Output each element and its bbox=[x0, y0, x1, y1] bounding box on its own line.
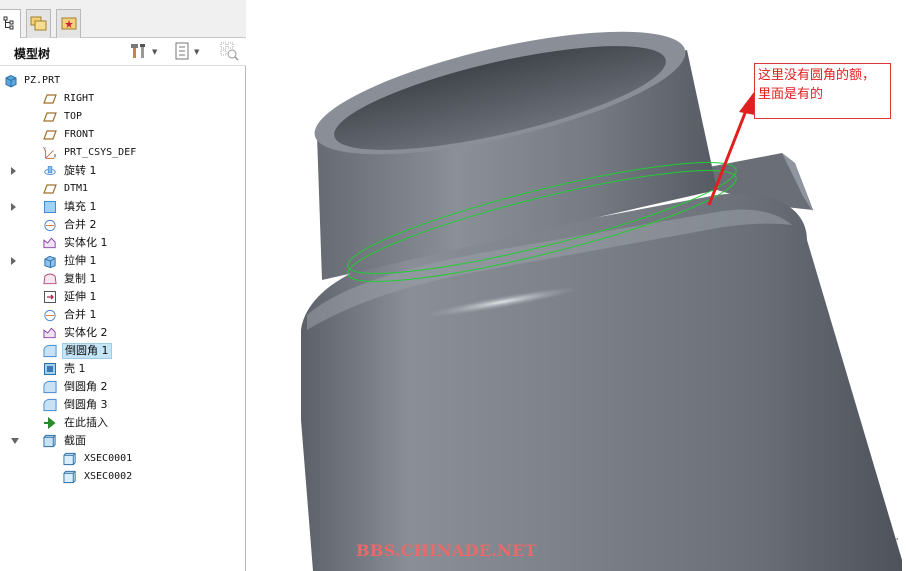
svg-text:Y: Y bbox=[43, 146, 46, 152]
tree-node[interactable]: 壳 1 bbox=[0, 360, 245, 378]
annotation-line-2: 里面是有的 bbox=[758, 87, 824, 102]
tree-node-label: DTM1 bbox=[64, 183, 89, 194]
tree-node-label: XSEC0001 bbox=[84, 453, 133, 464]
settings-icon bbox=[174, 42, 190, 63]
tree-node-label: 合并 2 bbox=[64, 218, 97, 231]
tree-node[interactable]: 倒圆角 1 bbox=[0, 342, 245, 360]
datum-plane-icon bbox=[43, 92, 57, 106]
favorites-icon bbox=[61, 15, 77, 34]
solidify-icon bbox=[43, 236, 57, 250]
tree-node[interactable]: 倒圆角 3 bbox=[0, 396, 245, 414]
chevron-right-icon[interactable] bbox=[11, 257, 16, 265]
tree-node-label: 合并 1 bbox=[64, 308, 97, 321]
tree-node-label: 倒圆角 1 bbox=[62, 343, 112, 359]
tree-node[interactable]: XSEC0002 bbox=[0, 468, 245, 486]
chevron-right-icon[interactable] bbox=[11, 203, 16, 211]
merge-icon bbox=[43, 308, 57, 322]
tree-node[interactable]: 延伸 1 bbox=[0, 288, 245, 306]
tree-tools-button[interactable]: ▼ bbox=[130, 42, 157, 62]
tab-favorites[interactable] bbox=[56, 9, 81, 38]
extend-icon bbox=[43, 290, 57, 304]
section-icon bbox=[43, 434, 57, 448]
tree-node-label: RIGHT bbox=[64, 93, 95, 104]
tree-node-label: 壳 1 bbox=[64, 362, 86, 375]
tree-node-label: PZ.PRT bbox=[24, 75, 61, 86]
svg-text:X: X bbox=[54, 153, 57, 159]
copy-icon bbox=[43, 272, 57, 286]
tree-node-label: 实体化 1 bbox=[64, 236, 108, 249]
fill-icon bbox=[43, 200, 57, 214]
tree-node[interactable]: 实体化 2 bbox=[0, 324, 245, 342]
model-tree-panel: 模型树 ▼ ▼ PZ.PRT RIGHT TOP FRONT Y X PRT_C… bbox=[0, 0, 246, 571]
tools-icon bbox=[130, 42, 148, 63]
annotation-callout: 这里没有圆角的额， 里面是有的 bbox=[754, 63, 891, 119]
tree-node-label: 旋转 1 bbox=[64, 164, 97, 177]
model-tree-title: 模型树 bbox=[14, 47, 51, 61]
part-icon bbox=[4, 74, 18, 88]
tree-node[interactable]: Y X PRT_CSYS_DEF bbox=[0, 144, 245, 162]
chevron-down-icon: ▼ bbox=[152, 48, 158, 56]
round-icon bbox=[43, 380, 57, 394]
tree-node[interactable]: PZ.PRT bbox=[0, 72, 245, 90]
model-tree-header: 模型树 ▼ ▼ bbox=[0, 38, 246, 66]
tree-node[interactable]: 合并 2 bbox=[0, 216, 245, 234]
chevron-down-icon: ▼ bbox=[194, 48, 200, 56]
xsection-icon bbox=[63, 470, 77, 484]
datum-plane-icon bbox=[43, 182, 57, 196]
tree-node-label: 实体化 2 bbox=[64, 326, 108, 339]
tree-node-label: 在此插入 bbox=[64, 416, 108, 429]
tree-node[interactable]: 在此插入 bbox=[0, 414, 245, 432]
tree-node[interactable]: DTM1 bbox=[0, 180, 245, 198]
navigator-tab-bar bbox=[0, 0, 246, 39]
tree-node-label: 倒圆角 2 bbox=[64, 380, 108, 393]
datum-plane-icon bbox=[43, 128, 57, 142]
tree-node-label: 倒圆角 3 bbox=[64, 398, 108, 411]
tree-node[interactable]: 倒圆角 2 bbox=[0, 378, 245, 396]
tree-node-label: PRT_CSYS_DEF bbox=[64, 147, 137, 158]
xsection-icon bbox=[63, 452, 77, 466]
tree-node[interactable]: RIGHT bbox=[0, 90, 245, 108]
tree-node[interactable]: 复制 1 bbox=[0, 270, 245, 288]
tree-node[interactable]: 合并 1 bbox=[0, 306, 245, 324]
corner-mark: ' bbox=[896, 537, 899, 546]
tree-node[interactable]: 旋转 1 bbox=[0, 162, 245, 180]
tree-node-label: 填充 1 bbox=[64, 200, 97, 213]
tree-node-label: 复制 1 bbox=[64, 272, 97, 285]
tree-node[interactable]: XSEC0001 bbox=[0, 450, 245, 468]
tree-node[interactable]: 拉伸 1 bbox=[0, 252, 245, 270]
tab-folder-browser[interactable] bbox=[26, 9, 51, 38]
tree-node-label: TOP bbox=[64, 111, 83, 122]
tree-node[interactable]: 截面 bbox=[0, 432, 245, 450]
annotation-arrow-head bbox=[739, 92, 755, 115]
extrude-icon bbox=[43, 254, 57, 268]
tree-node[interactable]: 实体化 1 bbox=[0, 234, 245, 252]
solidify-icon bbox=[43, 326, 57, 340]
tree-node-label: FRONT bbox=[64, 129, 95, 140]
insert-here-arrow-icon bbox=[43, 416, 57, 430]
annotation-line-1: 这里没有圆角的额， bbox=[758, 68, 876, 83]
tree-node[interactable]: TOP bbox=[0, 108, 245, 126]
merge-icon bbox=[43, 218, 57, 232]
tree-node-label: XSEC0002 bbox=[84, 471, 133, 482]
model-tree-tab-icon bbox=[3, 16, 15, 33]
tree-node-label: 拉伸 1 bbox=[64, 254, 97, 267]
tree-settings-button[interactable]: ▼ bbox=[174, 42, 199, 62]
tree-node[interactable]: 填充 1 bbox=[0, 198, 245, 216]
tree-filter-button[interactable] bbox=[219, 42, 239, 62]
chevron-right-icon[interactable] bbox=[11, 167, 16, 175]
chevron-down-icon[interactable] bbox=[11, 438, 19, 444]
coordinate-system-icon: YX bbox=[43, 146, 57, 160]
tab-model-tree[interactable] bbox=[0, 9, 21, 39]
shell-icon bbox=[43, 362, 57, 376]
revolve-icon bbox=[43, 164, 57, 178]
tree-node[interactable]: FRONT bbox=[0, 126, 245, 144]
round-icon bbox=[43, 344, 57, 358]
folder-browser-icon bbox=[30, 15, 48, 34]
round-icon bbox=[43, 398, 57, 412]
filter-icon bbox=[219, 41, 239, 64]
tree-node-label: 截面 bbox=[64, 434, 86, 447]
tree-node-label: 延伸 1 bbox=[64, 290, 97, 303]
datum-plane-icon bbox=[43, 110, 57, 124]
watermark: BBS.CHINADE.NET bbox=[356, 541, 537, 560]
